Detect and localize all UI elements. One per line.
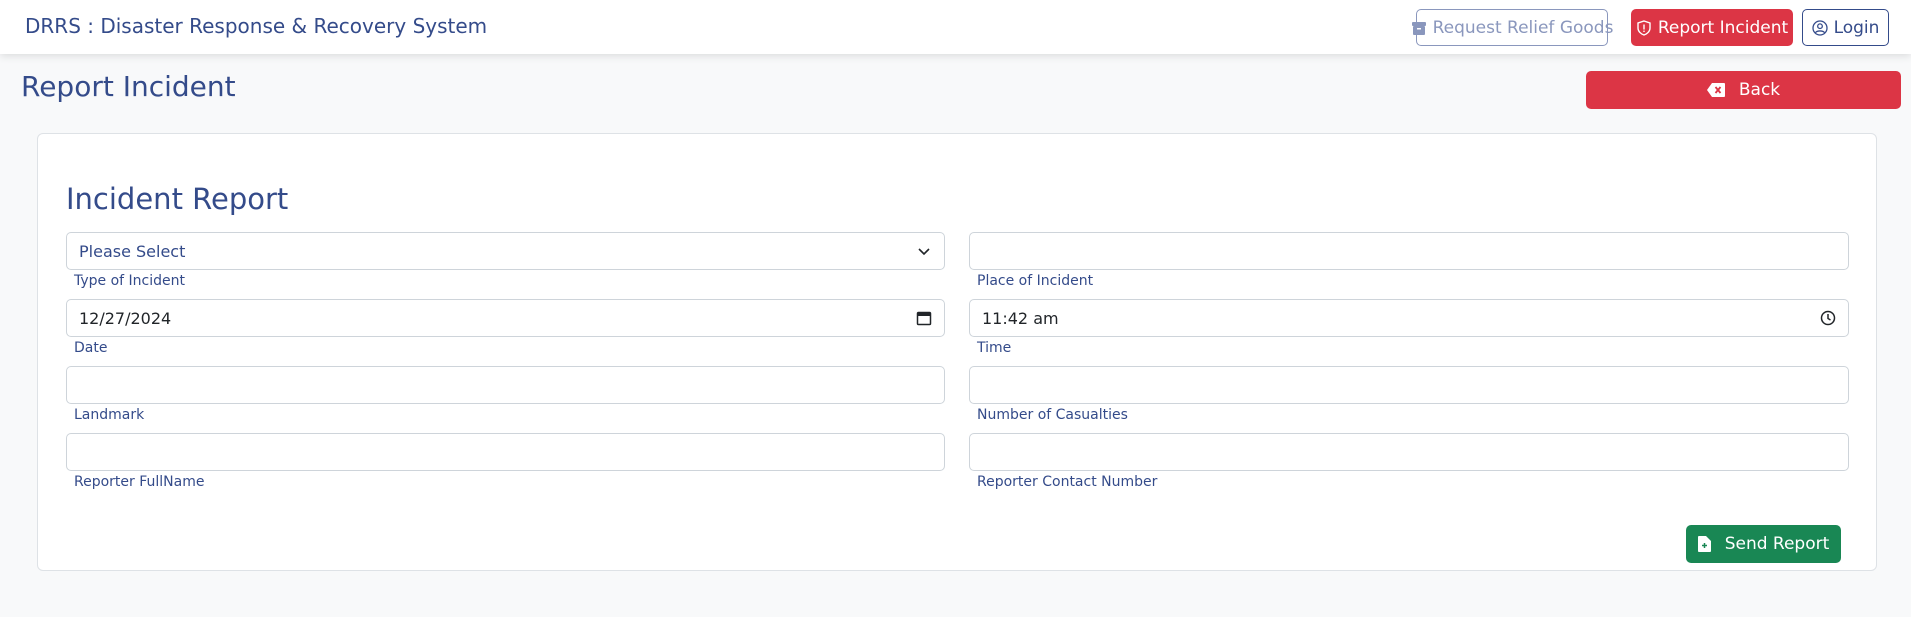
time-input[interactable]: 11:42 am	[969, 299, 1849, 337]
report-incident-nav-button[interactable]: Report Incident	[1631, 9, 1793, 46]
send-report-button[interactable]: Send Report	[1686, 525, 1841, 563]
time-label: Time	[977, 340, 1012, 356]
brand-title[interactable]: DRRS : Disaster Response & Recovery Syst…	[25, 14, 487, 38]
send-report-label: Send Report	[1724, 534, 1830, 554]
user-circle-icon	[1811, 19, 1828, 36]
landmark-label: Landmark	[74, 407, 145, 423]
number-of-casualties-input[interactable]	[969, 366, 1849, 404]
date-input[interactable]: 12/27/2024	[66, 299, 945, 337]
reporter-contact-number-label: Reporter Contact Number	[977, 474, 1158, 490]
chevron-down-icon	[918, 248, 930, 256]
backspace-icon	[1706, 83, 1725, 97]
reporter-fullname-input[interactable]	[66, 433, 945, 471]
request-relief-goods-label: Request Relief Goods	[1432, 17, 1614, 38]
box-icon	[1411, 21, 1426, 35]
date-value: 12/27/2024	[79, 308, 172, 328]
reporter-contact-number-input[interactable]	[969, 433, 1849, 471]
login-button[interactable]: Login	[1802, 9, 1889, 46]
page-title: Report Incident	[21, 70, 236, 103]
incident-report-card: Incident Report Please Select Type of In…	[37, 133, 1877, 571]
type-of-incident-label: Type of Incident	[74, 273, 186, 289]
back-label: Back	[1738, 80, 1781, 100]
form-title: Incident Report	[66, 182, 289, 216]
place-of-incident-input[interactable]	[969, 232, 1849, 270]
reporter-fullname-label: Reporter FullName	[74, 474, 205, 490]
date-label: Date	[74, 340, 108, 356]
back-button[interactable]: Back	[1586, 71, 1901, 109]
report-incident-nav-label: Report Incident	[1657, 17, 1789, 38]
calendar-icon[interactable]	[916, 310, 932, 326]
landmark-input[interactable]	[66, 366, 945, 404]
type-of-incident-select[interactable]: Please Select	[66, 232, 945, 270]
time-value: 11:42 am	[982, 308, 1059, 328]
clock-icon[interactable]	[1820, 310, 1836, 326]
type-of-incident-value: Please Select	[79, 241, 186, 261]
shield-exclamation-icon	[1637, 19, 1651, 36]
file-plus-icon	[1697, 536, 1711, 552]
top-navbar: DRRS : Disaster Response & Recovery Syst…	[0, 0, 1911, 54]
number-of-casualties-label: Number of Casualties	[977, 407, 1128, 423]
request-relief-goods-button[interactable]: Request Relief Goods	[1411, 9, 1613, 46]
place-of-incident-label: Place of Incident	[977, 273, 1094, 289]
login-label: Login	[1833, 17, 1880, 38]
